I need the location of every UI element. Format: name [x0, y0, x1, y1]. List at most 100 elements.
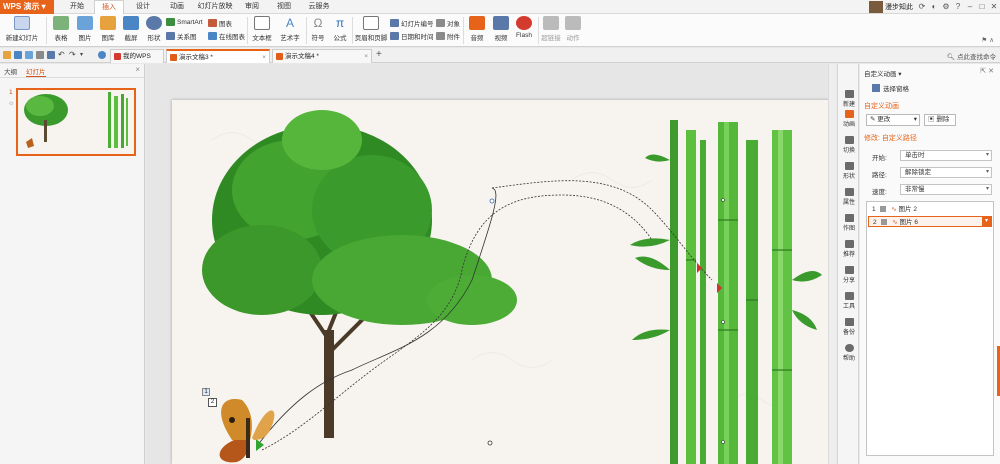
- formula-button[interactable]: π 公式: [330, 16, 350, 42]
- tab-cloud[interactable]: 云服务: [302, 0, 336, 14]
- path-effect-icon: ∿: [891, 206, 897, 213]
- vertical-scrollbar[interactable]: [828, 64, 836, 464]
- object-button[interactable]: 对象: [436, 18, 460, 28]
- tab-my-wps[interactable]: 我的WPS: [110, 49, 164, 63]
- ribbon-pin-icon[interactable]: ⚑: [981, 36, 987, 44]
- relation-button[interactable]: 关系图: [166, 31, 197, 41]
- quick-access-more-icon[interactable]: ▾: [80, 51, 88, 59]
- pane-close-icon[interactable]: ✕: [988, 68, 994, 75]
- sidebar-item-animation[interactable]: 动画: [838, 110, 860, 128]
- animation-tag-2[interactable]: 2: [208, 398, 217, 407]
- start-select[interactable]: 单击时 ▾: [900, 150, 992, 161]
- tab-document-4[interactable]: 演示文稿4 * ×: [272, 49, 372, 63]
- tree-image[interactable]: [202, 110, 517, 438]
- gallery-button[interactable]: 图库: [97, 16, 119, 42]
- new-tab-button[interactable]: +: [376, 49, 382, 60]
- transition-icon: [844, 136, 854, 144]
- change-effect-button[interactable]: ✎ 更改 ▾: [866, 114, 920, 126]
- chevron-down-icon[interactable]: ▾: [982, 217, 991, 226]
- list-item[interactable]: 2 ∿ 图片 6 ▾: [868, 216, 992, 227]
- wps-cloud-icon[interactable]: [98, 51, 106, 59]
- online-chart-button[interactable]: 在线图表: [208, 31, 245, 41]
- new-slide-button[interactable]: 新建幻灯片: [4, 16, 40, 42]
- minimize-icon[interactable]: –: [964, 0, 976, 14]
- smartart-button[interactable]: SmartArt: [166, 18, 203, 26]
- close-panel-icon[interactable]: ×: [135, 65, 140, 74]
- settings-icon[interactable]: ⚙: [940, 0, 952, 14]
- symbol-button[interactable]: Ω 符号: [308, 16, 328, 42]
- datetime-button[interactable]: 日期和时间: [390, 31, 434, 41]
- sidebar-item-properties[interactable]: 属性: [838, 188, 860, 206]
- sidebar-item-transition[interactable]: 切换: [838, 136, 860, 154]
- avatar[interactable]: [869, 1, 883, 13]
- tab-animation[interactable]: 动画: [162, 0, 192, 14]
- sidebar-item-recommend[interactable]: 推荐: [838, 240, 860, 258]
- delete-effect-button[interactable]: ▣ 删除: [924, 114, 956, 126]
- print-preview-icon[interactable]: [25, 51, 33, 59]
- hyperlink-button[interactable]: 超链接: [540, 16, 562, 42]
- pane-float-icon[interactable]: ⇱: [980, 68, 986, 75]
- sidebar-item-backup[interactable]: 备份: [838, 318, 860, 336]
- pane-title[interactable]: 自定义动画 ▾: [864, 68, 902, 78]
- shape-button[interactable]: 形状: [143, 16, 165, 42]
- animation-tag-1[interactable]: 1: [202, 388, 210, 396]
- sync-icon[interactable]: ⟳: [916, 0, 928, 14]
- wordart-button[interactable]: A 艺术字: [277, 16, 303, 42]
- print-icon[interactable]: [36, 51, 44, 59]
- header-footer-button[interactable]: 页眉和页脚: [354, 16, 388, 42]
- redo-icon[interactable]: ↷: [69, 51, 77, 59]
- undo-icon[interactable]: ↶: [58, 51, 66, 59]
- close-icon[interactable]: ✕: [988, 0, 1000, 14]
- tab-view[interactable]: 视图: [270, 0, 298, 14]
- ribbon-collapse-controls[interactable]: ⚑ ∧: [981, 36, 994, 44]
- help-icon[interactable]: ?: [952, 0, 964, 14]
- sidebar-item-help[interactable]: 帮助: [838, 344, 860, 362]
- maximize-icon[interactable]: □: [976, 0, 988, 14]
- close-tab-icon[interactable]: ×: [364, 50, 368, 63]
- flash-button[interactable]: Flash: [513, 16, 535, 39]
- presentation-icon: [276, 53, 283, 60]
- tab-insert[interactable]: 插入: [94, 0, 124, 14]
- path-select[interactable]: 解除锁定 ▾: [900, 167, 992, 178]
- tab-document-3[interactable]: 演示文稿3 * ×: [166, 49, 270, 63]
- save-icon[interactable]: [14, 51, 22, 59]
- chart-button[interactable]: 图表: [208, 18, 232, 28]
- sidebar-item-new[interactable]: 新建: [838, 90, 860, 108]
- sidebar-item-share[interactable]: 分享: [838, 266, 860, 284]
- sidebar-item-draw[interactable]: 作图: [838, 214, 860, 232]
- list-item[interactable]: 1 ∿ 图片 2: [868, 204, 992, 215]
- butterfly-image[interactable]: [219, 399, 275, 463]
- ribbon-up-icon[interactable]: ∧: [989, 36, 994, 44]
- picture-button[interactable]: 图片: [74, 16, 96, 42]
- tab-slides[interactable]: 幻灯片: [26, 66, 46, 77]
- tab-home[interactable]: 开始: [62, 0, 92, 14]
- user-name[interactable]: 漫步知此: [885, 2, 913, 12]
- bamboo-image[interactable]: [630, 120, 822, 464]
- slide-thumbnail-1[interactable]: [16, 88, 136, 156]
- close-tab-icon[interactable]: ×: [262, 51, 266, 64]
- table-button[interactable]: 表格: [50, 16, 72, 42]
- select-pane-link[interactable]: 选择窗格: [872, 83, 909, 93]
- slide-canvas[interactable]: 1 2: [172, 100, 832, 464]
- attachment-button[interactable]: 附件: [436, 31, 460, 41]
- slide-number-button[interactable]: 幻灯片编号: [390, 18, 434, 28]
- sidebar-item-tools[interactable]: 工具: [838, 292, 860, 310]
- textbox-button[interactable]: 文本框: [249, 16, 275, 42]
- audio-button[interactable]: 音频: [466, 16, 488, 42]
- path-handle[interactable]: [489, 198, 495, 204]
- screenshot-button[interactable]: 截屏: [120, 16, 142, 42]
- command-search[interactable]: 🔍︎ 点此查找命令: [947, 51, 996, 61]
- open-icon[interactable]: [3, 51, 11, 59]
- skin-icon[interactable]: ◐: [928, 0, 940, 14]
- tab-outline[interactable]: 大纲: [4, 66, 17, 76]
- speed-select[interactable]: 非常慢 ▾: [900, 184, 992, 195]
- app-menu-button[interactable]: WPS 演示 ▾: [0, 0, 54, 14]
- tab-design[interactable]: 设计: [128, 0, 158, 14]
- tab-review[interactable]: 审阅: [238, 0, 266, 14]
- output-pdf-icon[interactable]: [47, 51, 55, 59]
- path-handle[interactable]: [487, 440, 493, 446]
- action-button[interactable]: 动作: [563, 16, 583, 42]
- video-button[interactable]: 视频: [490, 16, 512, 42]
- tab-slideshow[interactable]: 幻灯片放映: [194, 0, 236, 14]
- sidebar-item-shape[interactable]: 形状: [838, 162, 860, 180]
